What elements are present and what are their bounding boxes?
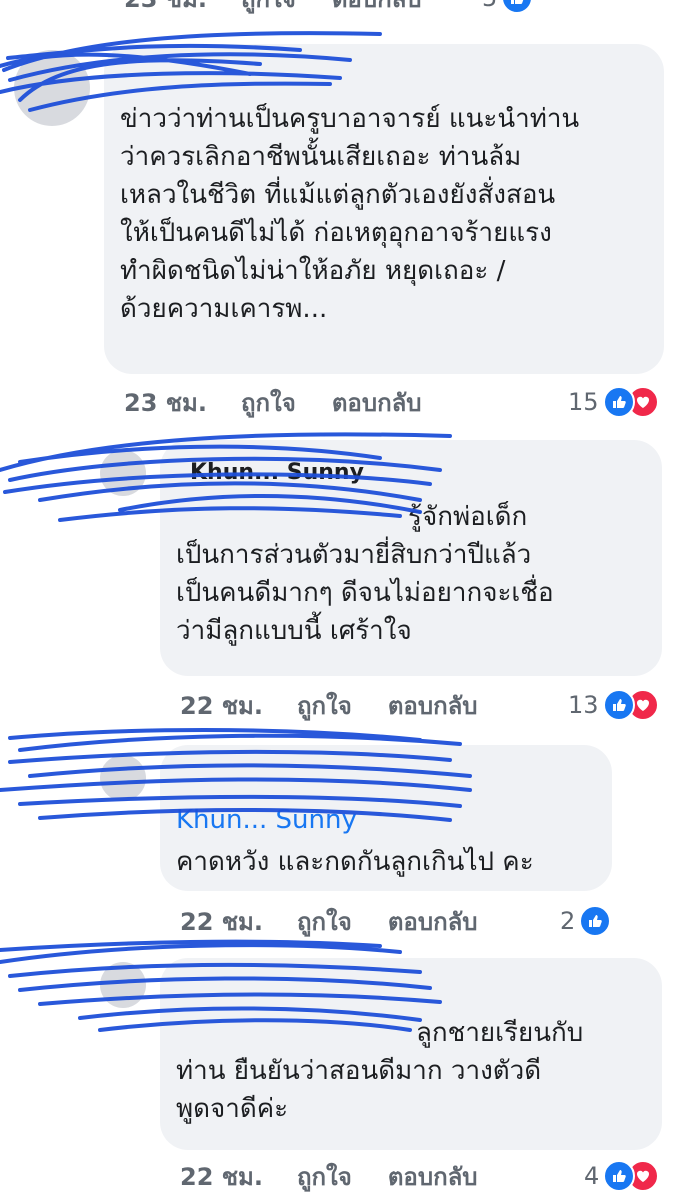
mention-link[interactable]: Khun... Sunny (176, 801, 357, 839)
comment-line: ข่าวว่าท่านเป็นครูบาอาจารย์ แนะนำท่าน (120, 104, 580, 134)
like-icon (579, 905, 612, 937)
like-button[interactable]: ถูกใจ (297, 902, 352, 941)
avatar[interactable] (100, 450, 146, 496)
comment-line: คาดหวัง และกดกันลูกเกินไป คะ (176, 847, 534, 877)
comment-line: ด้วยความเคารพ... (120, 294, 328, 324)
comment-line: เป็นการส่วนตัวมายี่สิบกว่าปีแล้ว (176, 540, 532, 570)
like-button[interactable]: ถูกใจ (241, 0, 296, 18)
like-button[interactable]: ถูกใจ (297, 686, 352, 725)
comment-time: 22 ชม. (180, 1162, 263, 1191)
comment-meta-row: 23 ชม. ถูกใจ ตอบกลับ (124, 0, 422, 18)
like-icon (501, 0, 534, 14)
like-button[interactable]: ถูกใจ (297, 1157, 352, 1196)
reaction-count: 4 (584, 1162, 600, 1190)
reaction-count: 2 (560, 907, 576, 935)
comment-time: 22 ชม. (180, 907, 263, 936)
avatar[interactable] (100, 962, 146, 1008)
reply-button[interactable]: ตอบกลับ (388, 1157, 478, 1196)
comment-line: ท่าน ยืนยันว่าสอนดีมาก วางตัวดี (176, 1056, 542, 1086)
commenter-name[interactable]: Khun... Sunny (190, 460, 364, 485)
comment-line: พูดจาดีค่ะ (176, 1094, 289, 1124)
comment-line: ให้เป็นคนดีไม่ได้ ก่อเหตุอุกอาจร้ายแรง (120, 218, 552, 248)
reaction-summary[interactable]: 5 (482, 0, 534, 18)
comment-time: 23 ชม. (124, 388, 207, 417)
comment-line: เป็นคนดีมากๆ ดีจนไม่อยากจะเชื่อ (176, 578, 554, 608)
reaction-summary[interactable]: 15 (568, 382, 659, 422)
reaction-summary[interactable]: 4 (584, 1156, 660, 1196)
reply-button[interactable]: ตอบกลับ (332, 0, 422, 18)
comment-meta-row: 23 ชม. ถูกใจ ตอบกลับ (124, 382, 422, 422)
avatar[interactable] (14, 50, 90, 126)
reply-button[interactable]: ตอบกลับ (332, 383, 422, 422)
comment-meta-row: 22 ชม. ถูกใจ ตอบกลับ (180, 685, 478, 725)
comment-bubble: ลูกชายเรียนกับ ท่าน ยืนยันว่าสอนดีมาก วา… (160, 958, 662, 1150)
comment-bubble: Khun... Sunny รู้จักพ่อเด็ก เป็นการส่วนต… (160, 440, 662, 676)
like-icon (603, 1160, 636, 1192)
comment-meta-row: 22 ชม. ถูกใจ ตอบกลับ (180, 1156, 478, 1196)
comment-line: ลูกชายเรียนกับ (416, 1018, 584, 1048)
comment-bubble: Khun... Sunny คาดหวัง และกดกันลูกเกินไป … (160, 745, 612, 891)
comment-time: 23 ชม. (124, 0, 207, 18)
comment-bubble: ข่าวว่าท่านเป็นครูบาอาจารย์ แนะนำท่าน ว่… (104, 44, 664, 374)
comment-line: เหลวในชีวิต ที่แม้แต่ลูกตัวเองยังสั่งสอน (120, 180, 556, 210)
comment-time: 22 ชม. (180, 691, 263, 720)
avatar[interactable] (100, 755, 146, 801)
reply-button[interactable]: ตอบกลับ (388, 686, 478, 725)
comment-meta-row: 22 ชม. ถูกใจ ตอบกลับ (180, 901, 478, 941)
like-button[interactable]: ถูกใจ (241, 383, 296, 422)
comment-line: ว่าควรเลิกอาชีพนั้นเสียเถอะ ท่านล้ม (120, 142, 522, 172)
reaction-count: 13 (568, 691, 599, 719)
reaction-summary[interactable]: 2 (560, 901, 612, 941)
like-icon (602, 689, 635, 721)
reaction-summary[interactable]: 13 (568, 685, 659, 725)
comment-line: รู้จักพ่อเด็ก (408, 502, 528, 532)
reaction-count: 15 (568, 388, 599, 416)
comment-line: ทำผิดชนิดไม่น่าให้อภัย หยุดเถอะ / (120, 256, 506, 286)
reply-button[interactable]: ตอบกลับ (388, 902, 478, 941)
reaction-count: 5 (482, 0, 497, 12)
like-icon (602, 386, 635, 418)
comment-line: ว่ามีลูกแบบนี้ เศร้าใจ (176, 616, 412, 646)
